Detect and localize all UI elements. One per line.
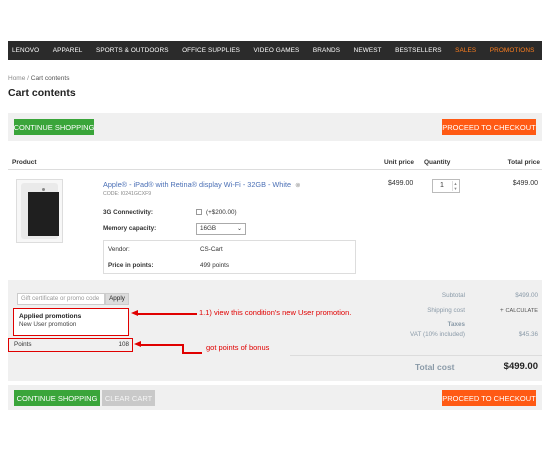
quantity-value: 1 [440, 182, 444, 189]
cart-table-header: Product Unit price Quantity Total price [8, 156, 542, 170]
total-cost-label: Total cost [415, 362, 455, 372]
clear-cart-button[interactable]: CLEAR CART [102, 390, 155, 406]
shipping-label: Shipping cost [427, 307, 465, 314]
header-quantity: Quantity [424, 159, 451, 166]
proceed-checkout-button[interactable]: PROCEED TO CHECKOUT [442, 390, 536, 406]
calculate-shipping-link[interactable]: + CALCULATE [500, 307, 538, 314]
breadcrumb-home[interactable]: Home [8, 75, 25, 82]
points-row: Points 108 [8, 338, 133, 352]
page-title: Cart contents [8, 87, 76, 99]
connectivity-label: 3G Connectivity: [103, 209, 154, 216]
applied-promotions-title: Applied promotions [19, 313, 82, 320]
price-in-points-label: Price in points: [108, 262, 154, 269]
nav-item-newest[interactable]: NEWEST [354, 47, 382, 54]
promo-code-input[interactable]: Gift certificate or promo code [17, 293, 105, 305]
total-price: $499.00 [512, 180, 538, 187]
connectivity-option-price: (+$200.00) [206, 209, 237, 216]
vat-value: $45.36 [518, 331, 538, 338]
quantity-stepper[interactable]: 1 ▲ ▼ [432, 179, 460, 193]
nav-item-promotions[interactable]: PROMOTIONS [490, 47, 535, 54]
nav-item-office-supplies[interactable]: OFFICE SUPPLIES [182, 47, 240, 54]
points-label: Points [14, 341, 32, 348]
total-cost-value: $499.00 [503, 361, 538, 372]
breadcrumb-current: Cart contents [30, 75, 70, 82]
applied-promotions-box: Applied promotions New User promotion [13, 308, 129, 336]
bottom-button-bar: CONTINUE SHOPPING CLEAR CART PROCEED TO … [8, 385, 542, 410]
header-unit-price: Unit price [384, 159, 414, 166]
nav-item-sales[interactable]: SALES [455, 47, 476, 54]
chevron-down-icon: ⌄ [236, 226, 242, 232]
nav-item-sports-outdoors[interactable]: SPORTS & OUTDOORS [96, 47, 169, 54]
nav-item-video-games[interactable]: VIDEO GAMES [254, 47, 300, 54]
points-value: 108 [118, 341, 129, 348]
applied-promotion-name: New User promotion [19, 321, 77, 328]
top-navigation: LENOVO APPAREL SPORTS & OUTDOORS OFFICE … [8, 41, 542, 60]
unit-price: $499.00 [388, 180, 414, 187]
vendor-info-box: Vendor: CS-Cart Price in points: 499 poi… [103, 240, 356, 274]
connectivity-checkbox[interactable] [196, 209, 202, 215]
nav-item-lenovo[interactable]: LENOVO [12, 47, 39, 54]
ipad-camera [42, 188, 45, 191]
breadcrumb-separator: / [27, 75, 29, 82]
price-in-points-value: 499 points [200, 262, 230, 269]
calculate-label: CALCULATE [505, 308, 538, 314]
memory-label: Memory capacity: [103, 225, 157, 232]
annotation-arrow-line [137, 313, 197, 315]
product-code: CODE: I0241GCXF9 [103, 191, 152, 197]
nav-item-bestsellers[interactable]: BESTSELLERS [395, 47, 442, 54]
ipad-screen [28, 192, 59, 236]
vendor-label: Vendor: [108, 246, 130, 253]
annotation-arrow-line [182, 352, 202, 354]
annotation-promo-note: 1.1) view this condition's new User prom… [199, 308, 352, 317]
product-name-link[interactable]: Apple® - iPad® with Retina® display Wi-F… [103, 180, 291, 189]
remove-item-icon[interactable]: ⊗ [295, 182, 300, 189]
subtotal-value: $499.00 [515, 292, 538, 299]
vat-label: VAT (10% included) [410, 331, 465, 338]
breadcrumb: Home / Cart contents [8, 75, 69, 82]
quantity-spinner-icon[interactable]: ▲ ▼ [452, 181, 458, 191]
annotation-arrow-line [140, 344, 183, 346]
header-product: Product [12, 159, 37, 166]
top-button-bar: CONTINUE SHOPPING PROCEED TO CHECKOUT [8, 113, 542, 141]
nav-item-apparel[interactable]: APPAREL [53, 47, 83, 54]
memory-capacity-select[interactable]: 16GB ⌄ [196, 223, 246, 235]
continue-shopping-button[interactable]: CONTINUE SHOPPING [14, 119, 94, 135]
ipad-body [21, 183, 59, 239]
taxes-label: Taxes [447, 321, 465, 328]
proceed-checkout-button[interactable]: PROCEED TO CHECKOUT [442, 119, 536, 135]
subtotal-label: Subtotal [441, 292, 465, 299]
header-total-price: Total price [507, 159, 540, 166]
product-image[interactable] [16, 179, 63, 243]
memory-capacity-value: 16GB [200, 225, 217, 232]
apply-promo-button[interactable]: Apply [105, 293, 129, 305]
vendor-value[interactable]: CS-Cart [200, 246, 223, 253]
total-divider [290, 355, 542, 356]
product-name-row: Apple® - iPad® with Retina® display Wi-F… [103, 180, 301, 189]
plus-icon: + [500, 307, 504, 314]
nav-item-brands[interactable]: BRANDS [313, 47, 340, 54]
continue-shopping-button[interactable]: CONTINUE SHOPPING [14, 390, 100, 406]
annotation-points-note: got points of bonus [206, 343, 270, 352]
